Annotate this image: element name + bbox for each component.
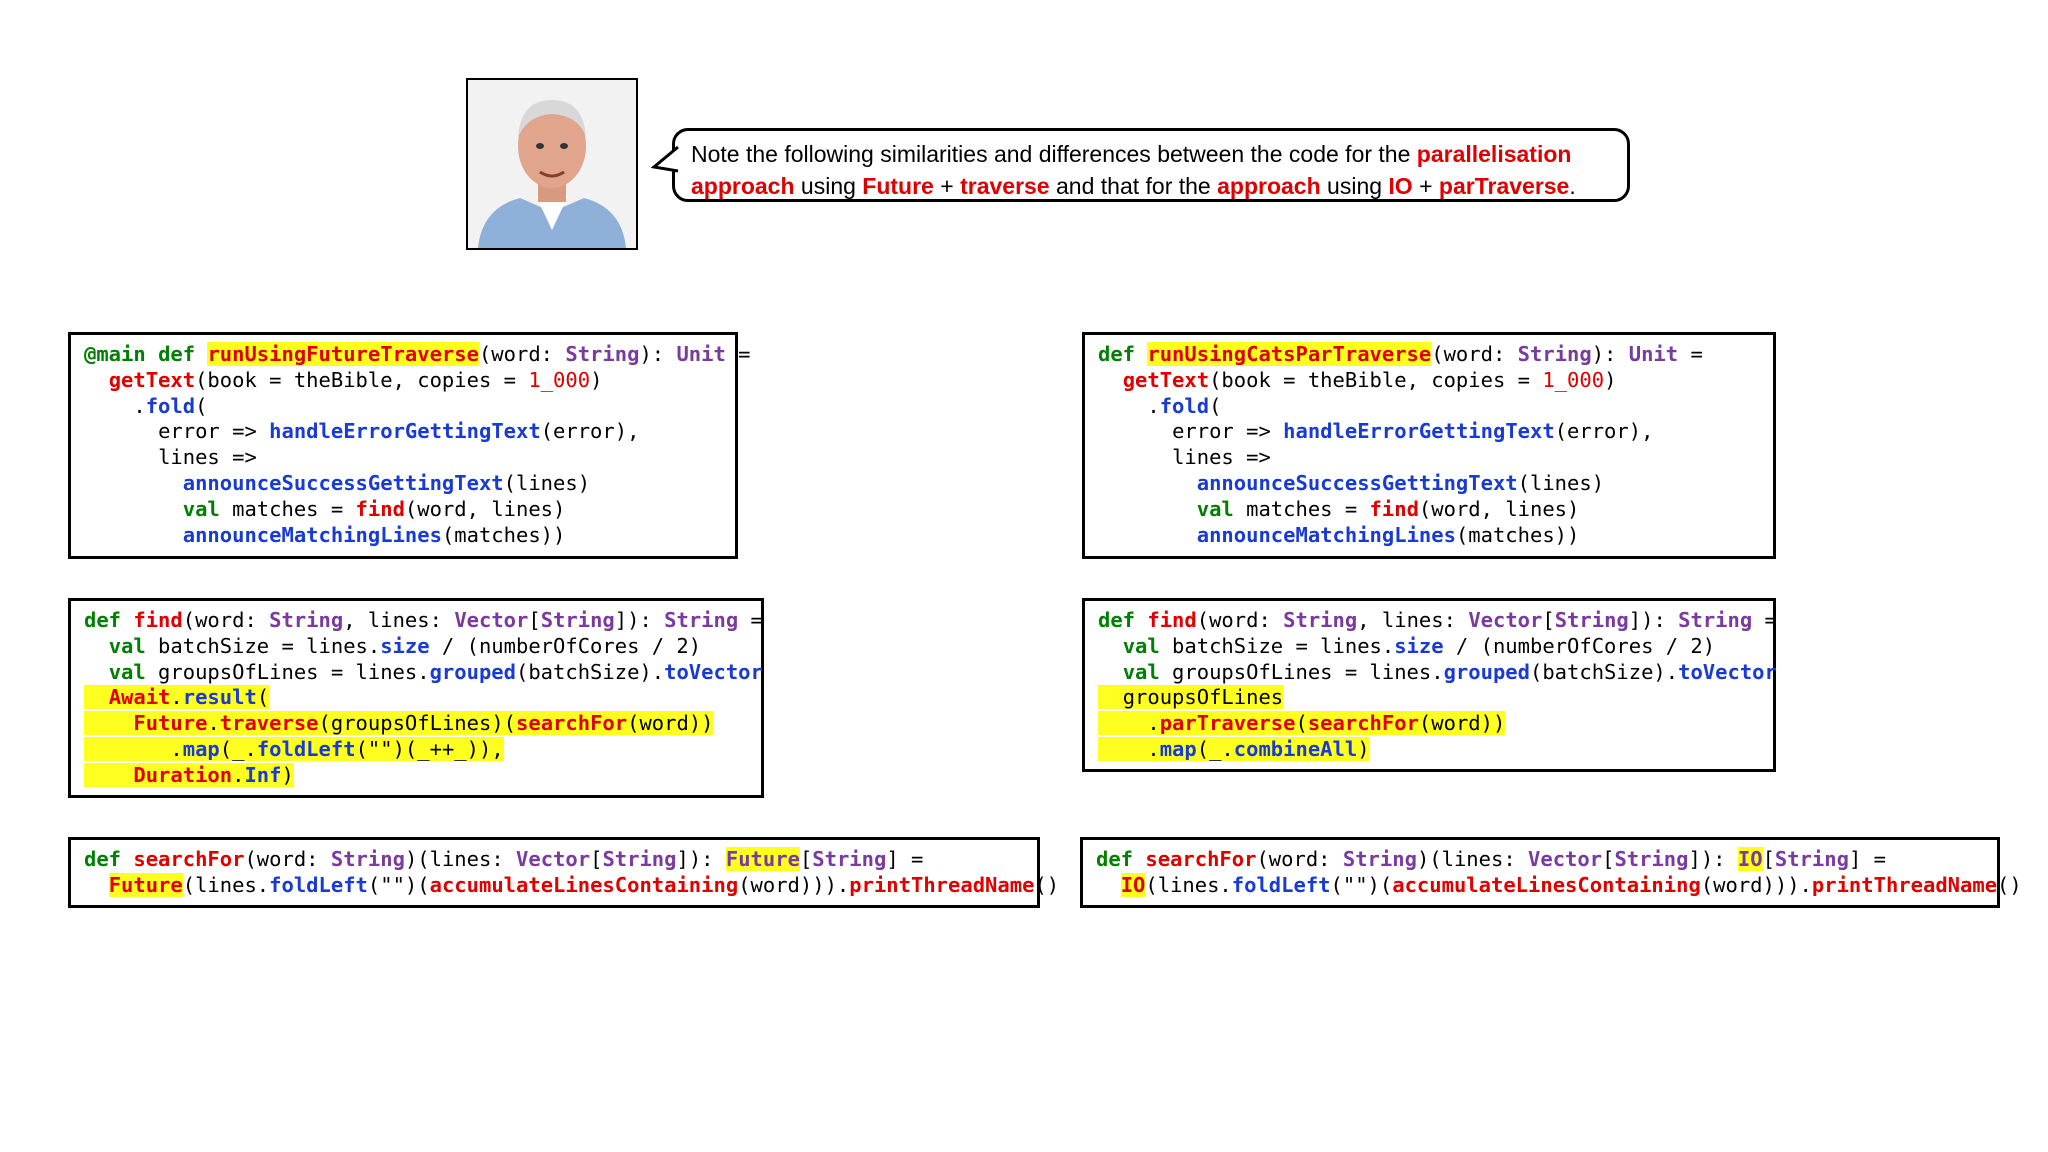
presenter-photo [466,78,638,250]
code-run-cats-par-traverse: def runUsingCatsParTraverse(word: String… [1082,332,1776,559]
code-run-future-traverse: @main def runUsingFutureTraverse(word: S… [68,332,751,559]
code-search-for-io: def searchFor(word: String)(lines: Vecto… [1080,837,2022,908]
note-text: Note the following similarities and diff… [691,141,1576,199]
person-portrait-icon [468,80,636,248]
speech-tail-icon [651,145,679,173]
code-search-for-future: def searchFor(word: String)(lines: Vecto… [68,837,1059,908]
code-find-future: def find(word: String, lines: Vector[Str… [68,598,764,798]
speech-bubble: Note the following similarities and diff… [651,128,1630,202]
code-find-par-traverse: def find(word: String, lines: Vector[Str… [1082,598,1777,772]
